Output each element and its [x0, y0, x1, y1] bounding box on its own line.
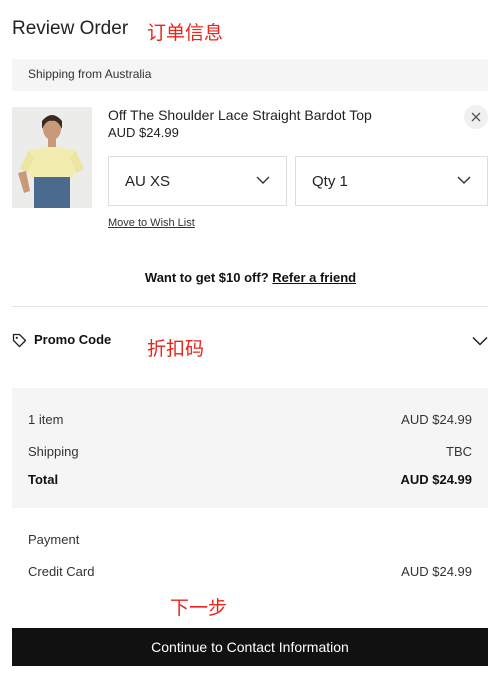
payment-heading: Payment — [28, 532, 472, 547]
remove-item-button[interactable] — [464, 105, 488, 129]
size-select-value: AU XS — [125, 173, 171, 190]
quantity-select-value: Qty 1 — [312, 173, 348, 190]
promo-code-label: Promo Code — [34, 332, 112, 347]
payment-method-row: Credit Card AUD $24.99 — [28, 564, 472, 579]
product-name[interactable]: Off The Shoulder Lace Straight Bardot To… — [108, 107, 372, 123]
chevron-down-icon — [256, 176, 270, 184]
summary-items-row: 1 item AUD $24.99 — [28, 412, 472, 427]
quantity-select[interactable]: Qty 1 — [295, 156, 488, 206]
shipping-origin-bar: Shipping from Australia — [12, 59, 488, 91]
section-divider — [12, 306, 488, 307]
referral-prompt: Want to get $10 off? — [144, 270, 269, 285]
product-photo-illustration — [12, 107, 92, 208]
payment-amount: AUD $24.99 — [401, 564, 472, 579]
summary-total-label: Total — [28, 472, 59, 487]
summary-items-label: 1 item — [28, 412, 64, 427]
summary-shipping-label: Shipping — [28, 444, 79, 459]
summary-shipping-value: TBC — [446, 444, 472, 459]
continue-to-contact-button[interactable]: Continue to Contact Information — [12, 628, 488, 666]
close-icon — [471, 112, 481, 122]
shipping-origin-text: Shipping from Australia — [28, 67, 152, 81]
product-price: AUD $24.99 — [108, 125, 179, 140]
refer-friend-link[interactable]: Refer a friend — [272, 270, 356, 285]
summary-shipping-row: Shipping TBC — [28, 444, 472, 459]
chevron-down-icon — [457, 176, 471, 184]
move-to-wishlist-link[interactable]: Move to Wish List — [108, 217, 195, 229]
promo-code-toggle[interactable]: Promo Code — [12, 326, 488, 356]
size-select[interactable]: AU XS — [108, 156, 287, 206]
payment-heading-label: Payment — [28, 532, 80, 547]
annotation-promo-code: 折扣码 — [147, 338, 205, 360]
summary-items-value: AUD $24.99 — [401, 412, 472, 427]
tag-icon — [12, 333, 27, 348]
summary-total-value: AUD $24.99 — [400, 472, 472, 487]
annotation-next-step: 下一步 — [170, 597, 228, 619]
referral-banner: Want to get $10 off? Refer a friend — [0, 270, 501, 285]
payment-method-label: Credit Card — [28, 564, 95, 579]
annotation-order-info: 订单信息 — [147, 22, 224, 44]
order-summary-panel: 1 item AUD $24.99 Shipping TBC Total AUD… — [12, 388, 488, 508]
product-image[interactable] — [12, 107, 92, 208]
chevron-down-icon — [472, 336, 488, 346]
summary-total-row: Total AUD $24.99 — [28, 472, 472, 487]
page-title: Review Order — [12, 18, 129, 39]
